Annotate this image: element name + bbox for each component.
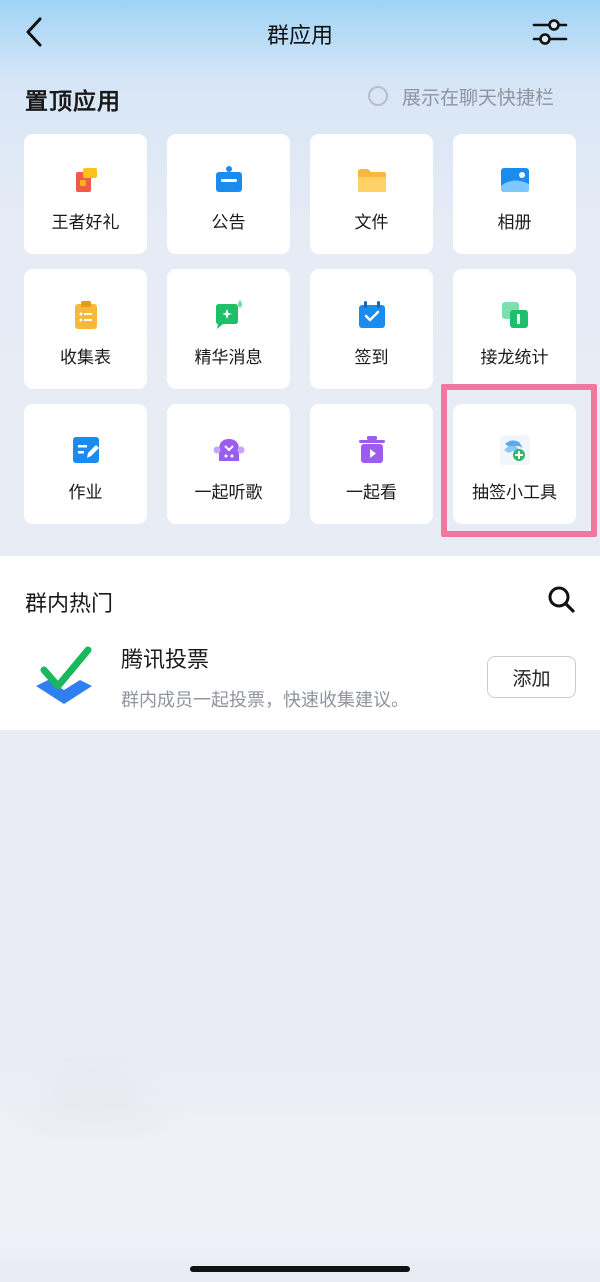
- app-label: 签到: [354, 348, 389, 368]
- app-tile-checkin[interactable]: 签到: [310, 269, 433, 389]
- clipboard-icon: [74, 301, 97, 329]
- hot-section: 群内热门 腾讯投票 群内成员一起投票，快速收集建议。 添加: [0, 556, 600, 730]
- folder-icon: [357, 169, 386, 192]
- bottom-fade: [0, 1060, 600, 1260]
- radio-button[interactable]: [368, 86, 388, 106]
- app-name: 腾讯投票: [121, 648, 210, 673]
- app-label: 公告: [211, 213, 246, 233]
- app-label: 一起听歌: [194, 483, 263, 503]
- app-tile-files[interactable]: 文件: [310, 134, 433, 254]
- vote-check-icon: [36, 646, 92, 704]
- app-tile-listen-together[interactable]: 一起听歌: [167, 404, 290, 524]
- pinned-apps-title: 置顶应用: [25, 89, 121, 115]
- page-title: 群应用: [266, 24, 333, 49]
- show-in-chat-label: 展示在聊天快捷栏: [402, 86, 555, 109]
- app-tile-watch-together[interactable]: 一起看: [310, 404, 433, 524]
- app-label: 作业: [68, 483, 103, 503]
- app-label: 一起看: [346, 483, 397, 503]
- sliders-icon: [532, 19, 568, 45]
- app-tile-relay-stats[interactable]: 接龙统计: [453, 269, 576, 389]
- listen-music-icon: [213, 439, 244, 461]
- watch-together-icon: [358, 436, 385, 463]
- app-label: 相册: [497, 213, 532, 233]
- app-tile-homework[interactable]: 作业: [24, 404, 147, 524]
- settings-button[interactable]: [530, 14, 570, 50]
- search-icon: [548, 586, 575, 613]
- app-tile-essence-messages[interactable]: 精华消息: [167, 269, 290, 389]
- homework-icon: [72, 437, 99, 463]
- relay-stats-icon: [501, 302, 528, 328]
- add-button[interactable]: 添加: [487, 656, 576, 698]
- search-button[interactable]: [546, 584, 578, 616]
- highlight-frame: [441, 384, 597, 537]
- hot-section-title: 群内热门: [25, 592, 114, 617]
- header: 群应用: [0, 0, 600, 66]
- app-tile-album[interactable]: 相册: [453, 134, 576, 254]
- album-icon: [500, 168, 529, 192]
- announcement-icon: [215, 166, 242, 192]
- app-label: 文件: [354, 213, 389, 233]
- checkin-calendar-icon: [358, 301, 385, 328]
- app-tile-wangzhe-gift[interactable]: 王者好礼: [24, 134, 147, 254]
- app-label: 收集表: [60, 348, 111, 368]
- app-tile-announcement[interactable]: 公告: [167, 134, 290, 254]
- app-tile-collection-form[interactable]: 收集表: [24, 269, 147, 389]
- gift-icon: [75, 168, 97, 192]
- app-label: 精华消息: [194, 348, 263, 368]
- home-indicator[interactable]: [190, 1266, 410, 1272]
- app-label: 接龙统计: [480, 348, 549, 368]
- show-in-chat-toggle[interactable]: 展示在聊天快捷栏: [368, 82, 554, 110]
- app-label: 王者好礼: [51, 213, 120, 233]
- essence-message-icon: [215, 300, 242, 329]
- app-description: 群内成员一起投票，快速收集建议。: [121, 690, 409, 711]
